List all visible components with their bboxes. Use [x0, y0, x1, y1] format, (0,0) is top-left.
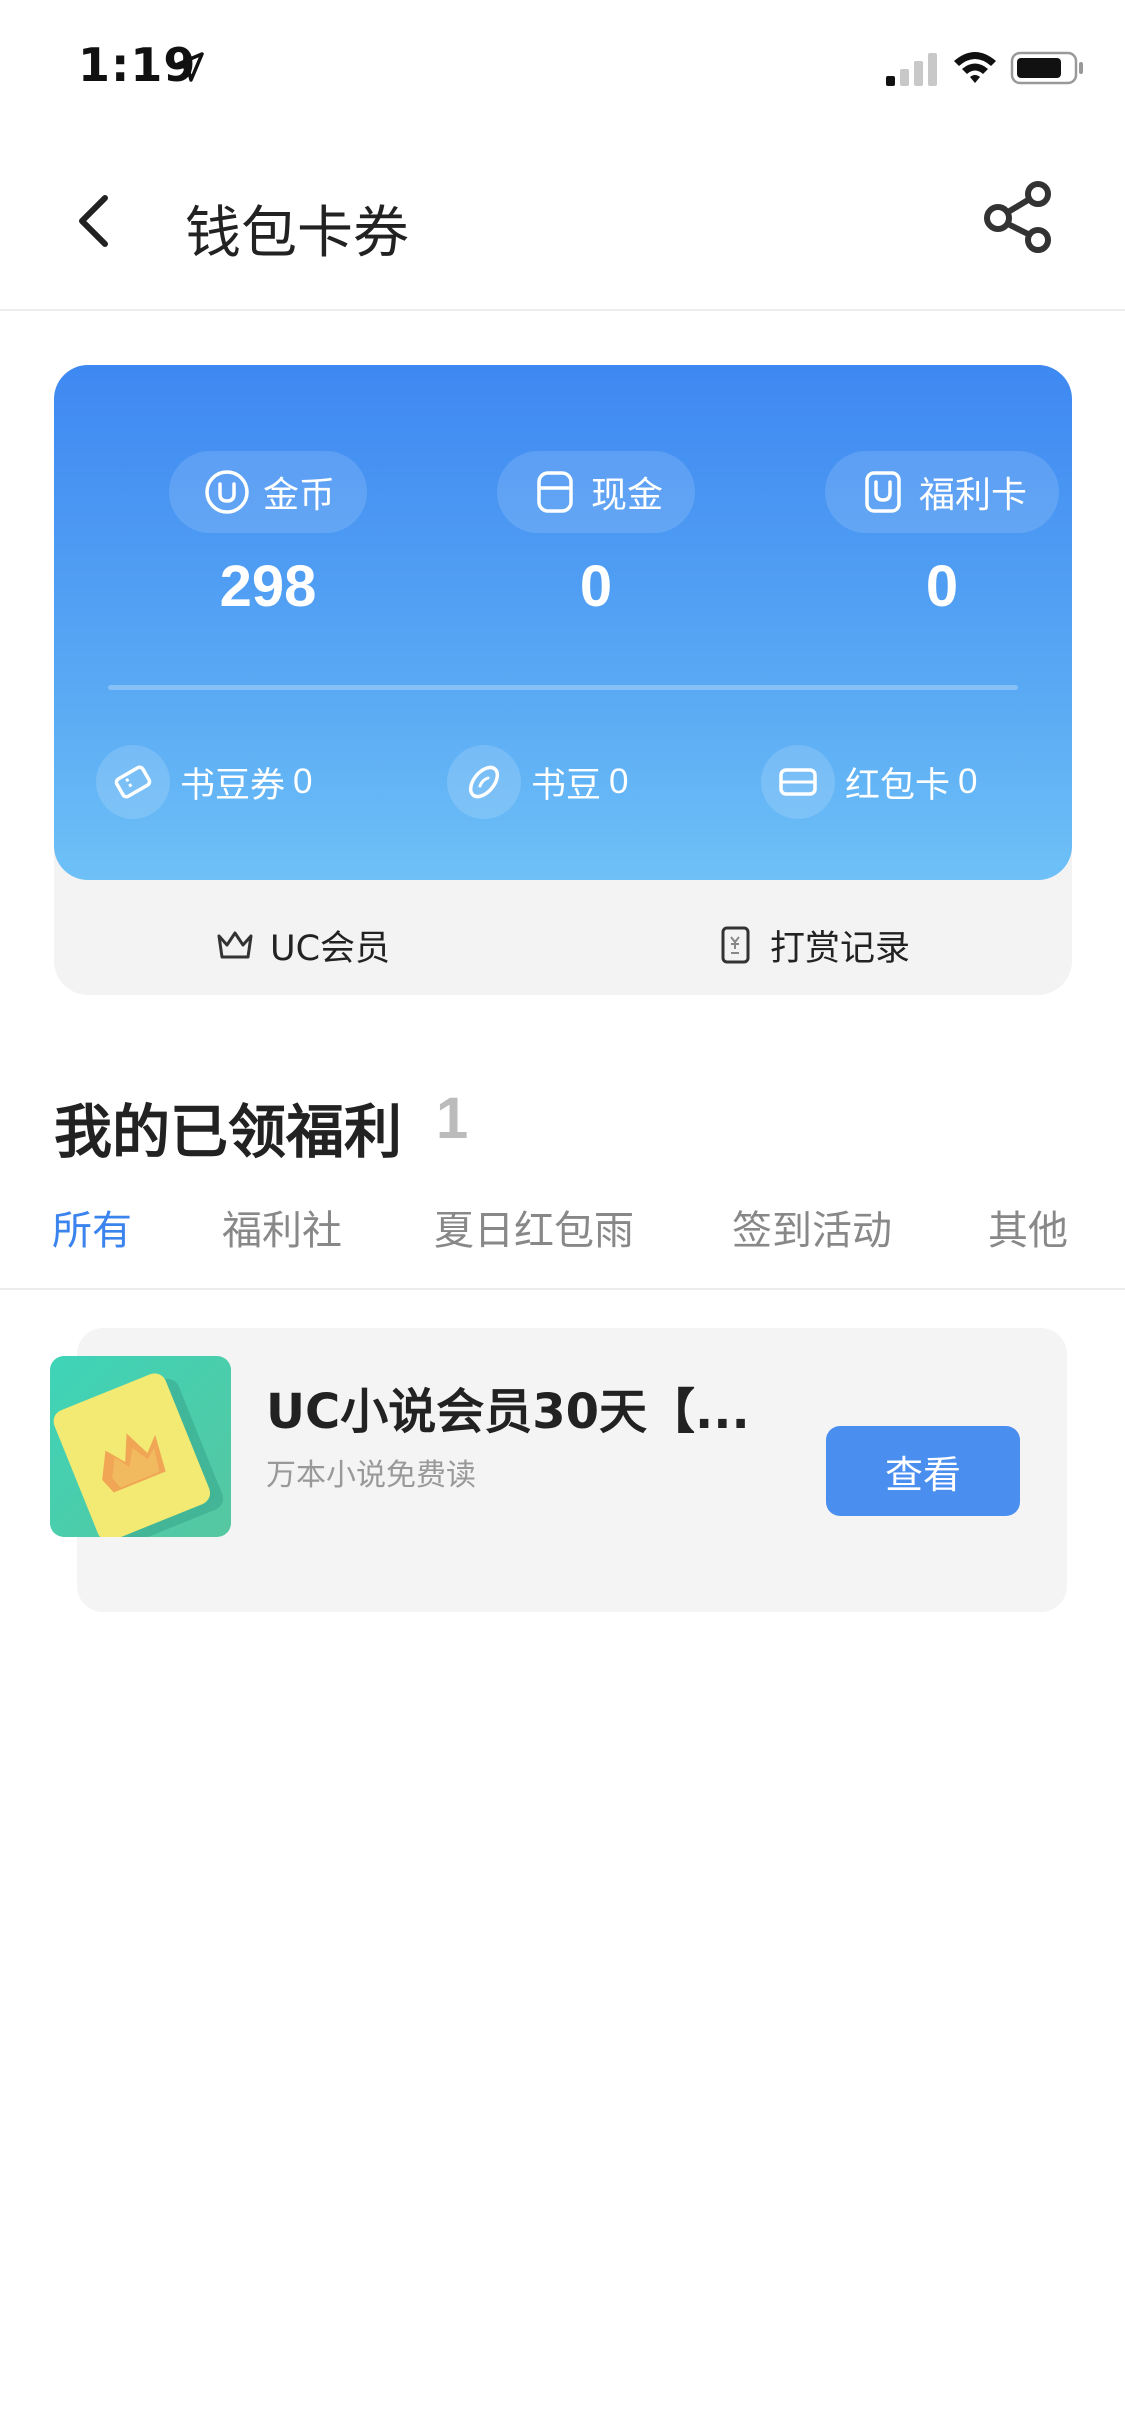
welfare-card-icon — [865, 471, 901, 513]
wifi-icon — [954, 52, 996, 83]
wallet-card: 金币 298 现金 0 福利卡 0 书豆券 0 书豆 0 红包卡 0 — [54, 365, 1072, 880]
uc-member-link[interactable]: UC会员 — [214, 915, 390, 975]
sub-item-label: 红包卡 — [845, 765, 951, 806]
status-bar: 1:19 — [0, 0, 1125, 136]
benefits-count: 1 — [436, 1086, 469, 1151]
location-arrow-icon — [174, 52, 204, 82]
red-packet-card-icon — [779, 768, 817, 796]
benefit-description: 万本小说免费读 — [266, 1458, 476, 1493]
crown-icon — [217, 931, 253, 959]
balance-pill-coins: 金币 — [168, 451, 367, 533]
balance-pill-cash: 现金 — [496, 451, 695, 533]
share-icon[interactable] — [980, 176, 1060, 256]
balance-cash[interactable]: 现金 0 — [466, 451, 726, 620]
sub-icon-bg — [447, 745, 521, 819]
tab-check-in-activity[interactable]: 签到活动 — [732, 1198, 892, 1256]
benefit-name: UC小说会员30天【... — [266, 1384, 750, 1440]
balance-value: 298 — [219, 554, 317, 619]
nav-bar: 钱包卡券 — [0, 136, 1125, 311]
reward-record-link[interactable]: 打赏记录 — [714, 915, 910, 975]
battery-icon — [1010, 51, 1083, 85]
novel-membership-card-icon — [53, 1373, 224, 1537]
reward-record-label: 打赏记录 — [770, 928, 911, 969]
tab-welfare-club[interactable]: 福利社 — [222, 1198, 342, 1256]
uc-member-label: UC会员 — [270, 928, 391, 969]
sub-item-count: 0 — [293, 762, 313, 801]
card-divider — [108, 685, 1018, 690]
sub-item-label: 书豆 — [531, 765, 602, 806]
cellular-signal-icon — [886, 53, 937, 86]
bean-icon — [468, 765, 500, 799]
balance-value: 0 — [579, 554, 613, 619]
tab-summer-red-packet-rain[interactable]: 夏日红包雨 — [434, 1198, 634, 1256]
balance-label: 金币 — [262, 475, 335, 516]
benefits-title: 我的已领福利 — [54, 1098, 403, 1166]
sub-item-ticket[interactable]: 书豆券 0 — [96, 745, 312, 819]
reward-record-icon — [721, 926, 750, 964]
balance-label: 现金 — [590, 475, 663, 516]
balance-label: 福利卡 — [918, 475, 1027, 516]
benefit-thumbnail — [50, 1356, 231, 1537]
coin-icon — [205, 470, 249, 514]
balance-pill-welfare-card: 福利卡 — [824, 451, 1059, 533]
sub-item-red-packet-card[interactable]: 红包卡 0 — [761, 745, 977, 819]
view-button[interactable]: 查看 — [826, 1426, 1020, 1516]
balance-coins[interactable]: 金币 298 — [138, 451, 398, 620]
back-arrow-icon[interactable] — [60, 186, 130, 256]
benefit-tabs: 所有 福利社 夏日红包雨 签到活动 其他 — [0, 1190, 1125, 1290]
sub-icon-bg — [96, 745, 170, 819]
balance-welfare-card[interactable]: 福利卡 0 — [812, 451, 1072, 620]
sub-item-count: 0 — [609, 762, 629, 801]
sub-icon-bg — [761, 745, 835, 819]
tab-all[interactable]: 所有 — [52, 1198, 132, 1256]
sub-item-label: 书豆券 — [180, 765, 286, 806]
balance-value: 0 — [925, 554, 959, 619]
cash-icon — [537, 471, 573, 513]
wallet-panel: 金币 298 现金 0 福利卡 0 书豆券 0 书豆 0 红包卡 0 UC会员 … — [54, 365, 1072, 995]
page-title: 钱包卡券 — [185, 201, 409, 266]
tab-other[interactable]: 其他 — [988, 1198, 1068, 1256]
ticket-icon — [114, 765, 152, 799]
sub-item-count: 0 — [958, 762, 978, 801]
sub-item-bean[interactable]: 书豆 0 — [447, 745, 628, 819]
